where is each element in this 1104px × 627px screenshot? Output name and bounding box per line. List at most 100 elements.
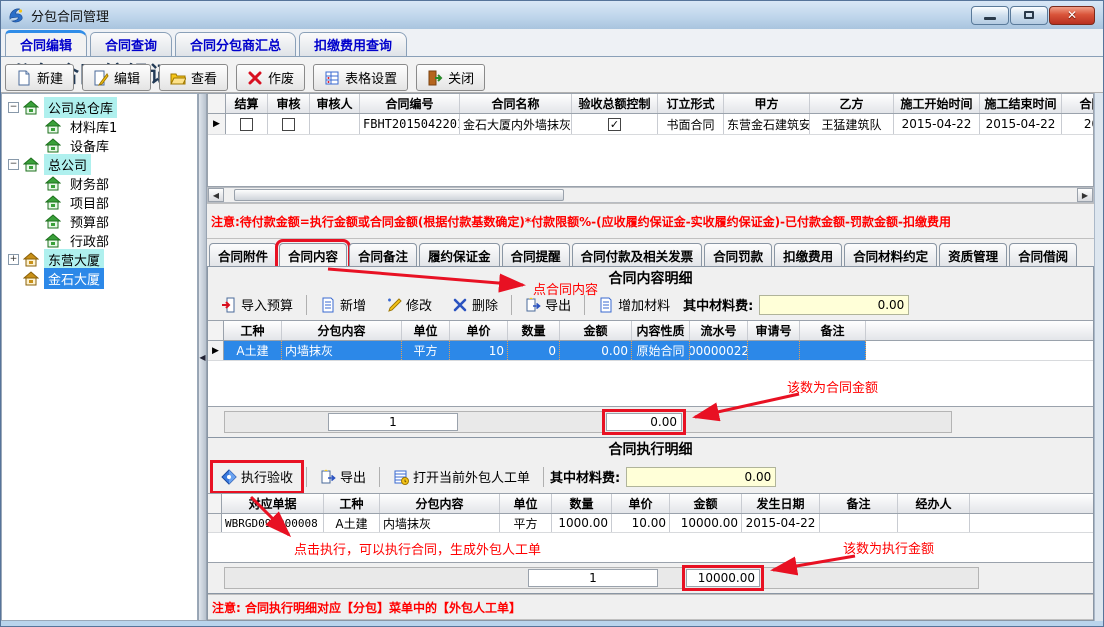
void-button[interactable]: 作废	[236, 64, 305, 91]
col-contract-cut[interactable]: 合同	[1062, 94, 1094, 113]
table-settings-button[interactable]: 表格设置	[313, 64, 408, 91]
col-contract-name[interactable]: 合同名称	[460, 94, 572, 113]
execute-acceptance-button[interactable]: 执行验收	[214, 464, 300, 490]
tree-item-finance-dept[interactable]: 财务部	[2, 174, 197, 193]
col-party-b[interactable]: 乙方	[810, 94, 894, 113]
minimize-button[interactable]	[971, 6, 1009, 25]
tree-item-equipment-store[interactable]: 设备库	[2, 136, 197, 155]
edit-button[interactable]: 编辑	[82, 64, 151, 91]
tree-splitter[interactable]	[198, 93, 207, 621]
maximize-button[interactable]	[1010, 6, 1048, 25]
subtab-reminder[interactable]: 合同提醒	[502, 243, 570, 266]
tab-contract-edit[interactable]: 合同编辑	[5, 30, 87, 56]
delete-button[interactable]: 删除	[445, 292, 505, 318]
contract-row[interactable]: FBHT2015042201 金石大厦内外墙抹灰分 ✓ 书面合同 东营金石建筑安…	[208, 114, 1093, 135]
exec-material-fee-label: 其中材料费:	[550, 467, 620, 486]
acceptance-checkbox[interactable]: ✓	[608, 118, 621, 131]
col-unit-price[interactable]: 单价	[612, 494, 670, 513]
col-end-date[interactable]: 施工结束时间	[980, 94, 1062, 113]
tree-item-admin-dept[interactable]: 行政部	[2, 231, 197, 250]
col-sub-content[interactable]: 分包内容	[282, 321, 402, 340]
subtab-payment-invoices[interactable]: 合同付款及相关发票	[572, 243, 703, 266]
col-qty[interactable]: 数量	[552, 494, 612, 513]
col-request-no[interactable]: 审请号	[748, 321, 800, 340]
exec-material-fee-field[interactable]: 0.00	[626, 467, 776, 487]
col-serial[interactable]: 流水号	[690, 321, 748, 340]
close-button[interactable]: ✕	[1049, 6, 1095, 25]
col-work-type[interactable]: 工种	[324, 494, 380, 513]
material-fee-field[interactable]: 0.00	[759, 295, 909, 315]
content-row-count: 1	[328, 413, 458, 431]
app-window: 分包合同管理 ✕ 合同编辑 合同查询 合同分包商汇总 扣缴费用查询 分包合同编辑…	[0, 0, 1104, 627]
collapse-icon[interactable]: −	[8, 159, 19, 170]
tree-item-budget-dept[interactable]: 预算部	[2, 212, 197, 231]
col-settle[interactable]: 结算	[226, 94, 268, 113]
open-folder-icon	[170, 70, 186, 86]
subtab-remarks[interactable]: 合同备注	[349, 243, 417, 266]
col-auditor[interactable]: 审核人	[310, 94, 360, 113]
subtab-performance-bond[interactable]: 履约保证金	[419, 243, 500, 266]
col-amount[interactable]: 金额	[560, 321, 632, 340]
col-date[interactable]: 发生日期	[742, 494, 820, 513]
add-material-button[interactable]: 增加材料	[591, 292, 677, 318]
blue-diamond-icon	[221, 469, 237, 485]
party-b: 王猛建筑队	[810, 114, 894, 134]
col-audit[interactable]: 审核	[268, 94, 310, 113]
col-form[interactable]: 订立形式	[658, 94, 724, 113]
tab-withholding-query[interactable]: 扣缴费用查询	[299, 32, 407, 56]
col-unit[interactable]: 单位	[500, 494, 552, 513]
tree-item-dongying-building[interactable]: + 东营大厦	[2, 250, 197, 269]
scroll-thumb[interactable]	[234, 189, 564, 201]
tree-item-company-warehouse[interactable]: − 公司总仓库	[2, 98, 197, 117]
tab-contract-query[interactable]: 合同查询	[90, 32, 172, 56]
annotation-contract-amount: 该数为合同金额	[787, 377, 878, 396]
scroll-right-icon[interactable]: ▶	[1077, 188, 1093, 202]
col-nature[interactable]: 内容性质	[632, 321, 690, 340]
col-contract-code[interactable]: 合同编号	[360, 94, 460, 113]
col-work-type[interactable]: 工种	[224, 321, 282, 340]
col-remark[interactable]: 备注	[800, 321, 866, 340]
add-row-button[interactable]: 新增	[313, 292, 373, 318]
open-labor-sheet-button[interactable]: 打开当前外包人工单	[386, 464, 537, 490]
subtab-qualification[interactable]: 资质管理	[939, 243, 1007, 266]
col-operator[interactable]: 经办人	[898, 494, 970, 513]
exec-export-button[interactable]: 导出	[313, 464, 373, 490]
exec-row[interactable]: WBRGD090000008 A土建 内墙抹灰 平方 1000.00 10.00…	[208, 514, 1093, 533]
subtab-contract-content[interactable]: 合同内容	[279, 243, 347, 266]
audit-checkbox[interactable]	[282, 118, 295, 131]
col-sub-content[interactable]: 分包内容	[380, 494, 500, 513]
subtab-penalty[interactable]: 合同罚款	[704, 243, 772, 266]
view-button[interactable]: 查看	[159, 64, 228, 91]
tree-item-project-dept[interactable]: 项目部	[2, 193, 197, 212]
contracts-grid: 结算 审核 审核人 合同编号 合同名称 验收总额控制 订立形式 甲方 乙方 施工…	[207, 93, 1094, 187]
col-amount[interactable]: 金额	[670, 494, 742, 513]
col-acceptance-control[interactable]: 验收总额控制	[572, 94, 658, 113]
import-budget-button[interactable]: 导入预算	[214, 292, 300, 318]
tab-subcontractor-summary[interactable]: 合同分包商汇总	[175, 32, 296, 56]
col-party-a[interactable]: 甲方	[724, 94, 810, 113]
col-start-date[interactable]: 施工开始时间	[894, 94, 980, 113]
close-window-button[interactable]: 关闭	[416, 64, 485, 91]
col-remark[interactable]: 备注	[820, 494, 898, 513]
subtab-material-agreement[interactable]: 合同材料约定	[844, 243, 937, 266]
scroll-left-icon[interactable]: ◀	[208, 188, 224, 202]
subtab-withholding[interactable]: 扣缴费用	[774, 243, 842, 266]
col-doc-no[interactable]: 对应单据	[222, 494, 324, 513]
content-toolbar: 导入预算 新增 修改 删除	[208, 289, 1093, 320]
tree-item-head-office[interactable]: − 总公司	[2, 155, 197, 174]
expand-icon[interactable]: +	[8, 254, 19, 265]
green-house-icon	[45, 233, 61, 248]
content-row[interactable]: A土建 内墙抹灰 平方 10 0 0.00 原始合同 00000022	[208, 341, 1093, 361]
col-qty[interactable]: 数量	[508, 321, 560, 340]
col-unit[interactable]: 单位	[402, 321, 450, 340]
contracts-hscrollbar[interactable]: ◀ ▶	[207, 187, 1094, 203]
col-unit-price[interactable]: 单价	[450, 321, 508, 340]
tree-item-material-store[interactable]: 材料库1	[2, 117, 197, 136]
subtab-borrowing[interactable]: 合同借阅	[1009, 243, 1077, 266]
new-button[interactable]: 新建	[5, 64, 74, 91]
tree-item-jinshi-building[interactable]: 金石大厦	[2, 269, 197, 288]
collapse-icon[interactable]: −	[8, 102, 19, 113]
settle-checkbox[interactable]	[240, 118, 253, 131]
subtab-attachments[interactable]: 合同附件	[209, 243, 277, 266]
modify-button[interactable]: 修改	[379, 292, 439, 318]
